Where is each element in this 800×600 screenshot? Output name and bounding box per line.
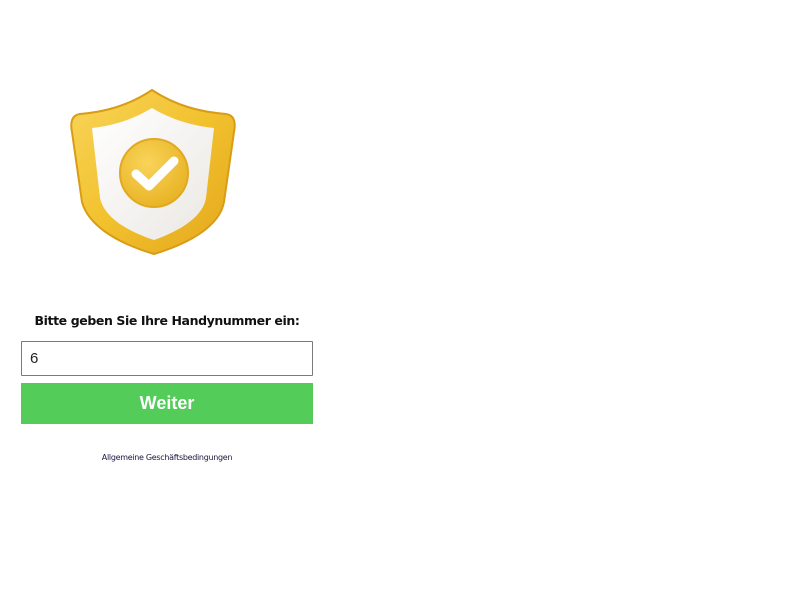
shield-check-icon <box>66 84 238 260</box>
terms-link[interactable]: Allgemeine Geschäftsbedingungen <box>21 453 313 462</box>
phone-prompt-label: Bitte geben Sie Ihre Handynummer ein: <box>34 313 300 328</box>
phone-number-input[interactable] <box>21 341 313 376</box>
continue-button[interactable]: Weiter <box>21 383 313 424</box>
